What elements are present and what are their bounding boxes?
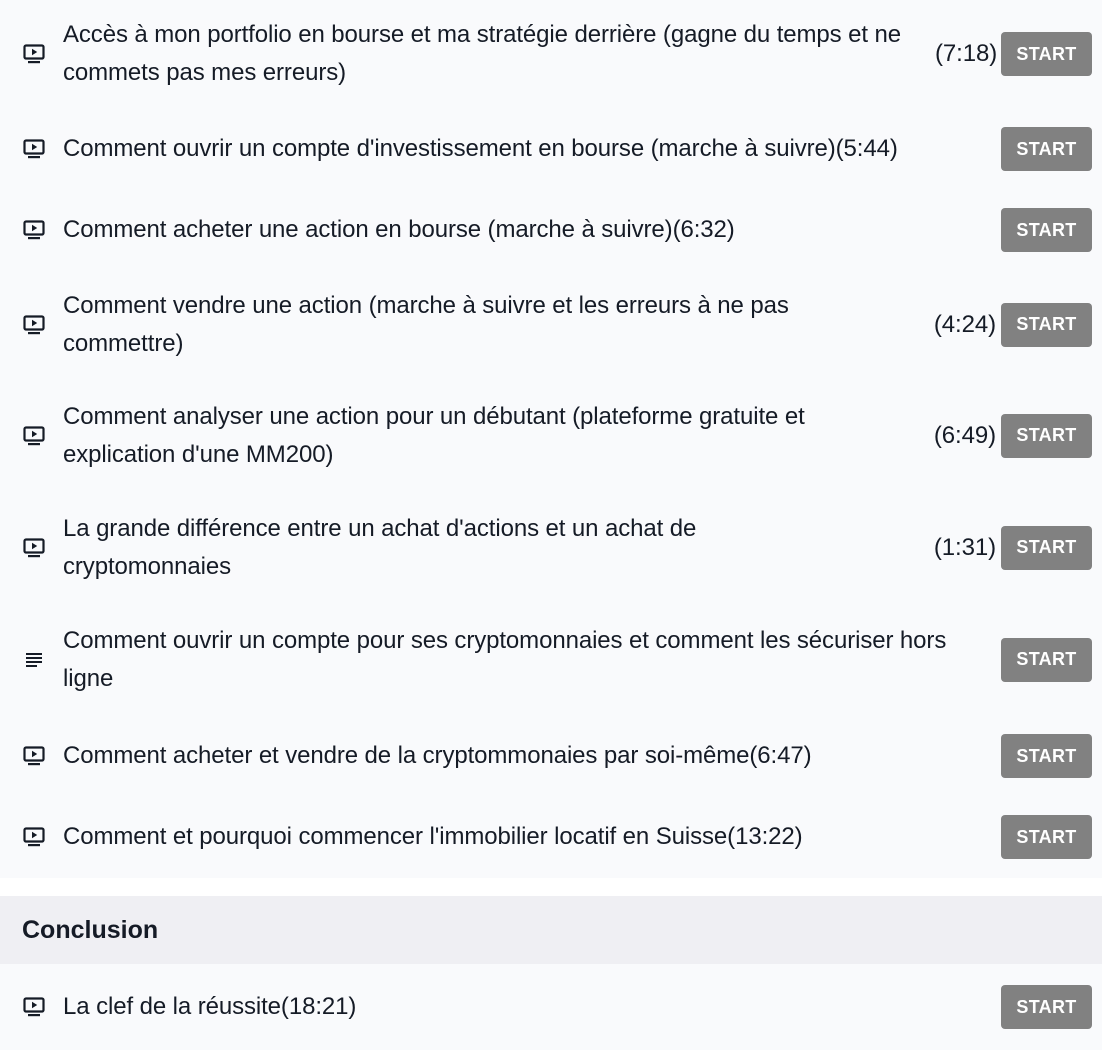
- lecture-item[interactable]: Comment vendre une action (marche à suiv…: [0, 270, 1102, 379]
- video-icon: [22, 536, 46, 560]
- video-icon: [22, 313, 46, 337]
- lecture-item[interactable]: Comment et pourquoi commencer l'immobili…: [0, 796, 1102, 878]
- video-icon: [22, 424, 46, 448]
- start-button[interactable]: START: [1001, 525, 1092, 570]
- lecture-title: Accès à mon portfolio en bourse et ma st…: [63, 21, 902, 86]
- lecture-item[interactable]: Comment ouvrir un compte pour ses crypto…: [0, 603, 1102, 716]
- lecture-item[interactable]: Comment analyser une action pour un débu…: [0, 379, 1102, 492]
- lecture-duration: (6:49): [933, 421, 996, 449]
- lecture-title: Comment ouvrir un compte d'investissemen…: [63, 135, 898, 162]
- start-button[interactable]: START: [1001, 637, 1092, 682]
- course-curriculum: Accès à mon portfolio en bourse et ma st…: [0, 0, 1102, 1050]
- lecture-duration: (7:18): [935, 40, 998, 67]
- lecture-text: Comment ouvrir un compte pour ses crypto…: [63, 622, 996, 698]
- lecture-item[interactable]: Comment ouvrir un compte d'investissemen…: [0, 108, 1102, 190]
- section-title: Conclusion: [0, 896, 1102, 964]
- lecture-text: Comment acheter et vendre de la cryptomm…: [63, 737, 996, 775]
- lecture-text: La grande différence entre un achat d'ac…: [63, 510, 996, 586]
- video-icon: [22, 218, 46, 242]
- lecture-text: Comment acheter une action en bourse (ma…: [63, 211, 996, 249]
- lecture-title: La grande différence entre un achat d'ac…: [63, 514, 697, 580]
- lecture-item[interactable]: Comment acheter une action en bourse (ma…: [0, 190, 1102, 270]
- start-button[interactable]: START: [1001, 127, 1092, 171]
- lecture-title: Comment ouvrir un compte pour ses crypto…: [63, 626, 947, 692]
- section-divider: [0, 878, 1102, 896]
- lecture-title: Comment vendre une action (marche à suiv…: [63, 291, 789, 357]
- course-section: La clef de la réussite(18:21) START: [0, 964, 1102, 1050]
- lecture-title: Comment acheter une action en bourse (ma…: [63, 216, 735, 243]
- lecture-title: La clef de la réussite(18:21): [63, 993, 357, 1020]
- lecture-duration: (4:24): [933, 310, 996, 338]
- start-button[interactable]: START: [1001, 208, 1092, 252]
- lecture-duration: (1:31): [933, 533, 996, 561]
- lecture-title: Comment acheter et vendre de la cryptomm…: [63, 742, 812, 769]
- start-button[interactable]: START: [1001, 32, 1092, 76]
- lecture-title: Comment analyser une action pour un débu…: [63, 402, 805, 468]
- lecture-text: Comment ouvrir un compte d'investissemen…: [63, 130, 996, 168]
- start-button[interactable]: START: [1001, 302, 1092, 347]
- start-button[interactable]: START: [1001, 734, 1092, 778]
- lecture-text: La clef de la réussite(18:21): [63, 988, 996, 1026]
- lecture-item[interactable]: Comment acheter et vendre de la cryptomm…: [0, 716, 1102, 796]
- video-icon: [22, 137, 46, 161]
- lecture-item[interactable]: La clef de la réussite(18:21) START: [0, 964, 1102, 1050]
- lecture-text: Comment vendre une action (marche à suiv…: [63, 287, 996, 363]
- start-button[interactable]: START: [1001, 815, 1092, 859]
- video-icon: [22, 42, 46, 66]
- start-button[interactable]: START: [1001, 985, 1092, 1029]
- text-lines-icon: [22, 648, 46, 672]
- video-icon: [22, 995, 46, 1019]
- video-icon: [22, 825, 46, 849]
- video-icon: [22, 744, 46, 768]
- lecture-item[interactable]: La grande différence entre un achat d'ac…: [0, 492, 1102, 603]
- start-button[interactable]: START: [1001, 413, 1092, 458]
- lecture-text: Accès à mon portfolio en bourse et ma st…: [63, 16, 997, 92]
- lecture-text: Comment analyser une action pour un débu…: [63, 398, 996, 474]
- lecture-item[interactable]: Accès à mon portfolio en bourse et ma st…: [0, 0, 1102, 108]
- course-section: Accès à mon portfolio en bourse et ma st…: [0, 0, 1102, 878]
- lecture-title: Comment et pourquoi commencer l'immobili…: [63, 823, 803, 850]
- lecture-text: Comment et pourquoi commencer l'immobili…: [63, 818, 996, 856]
